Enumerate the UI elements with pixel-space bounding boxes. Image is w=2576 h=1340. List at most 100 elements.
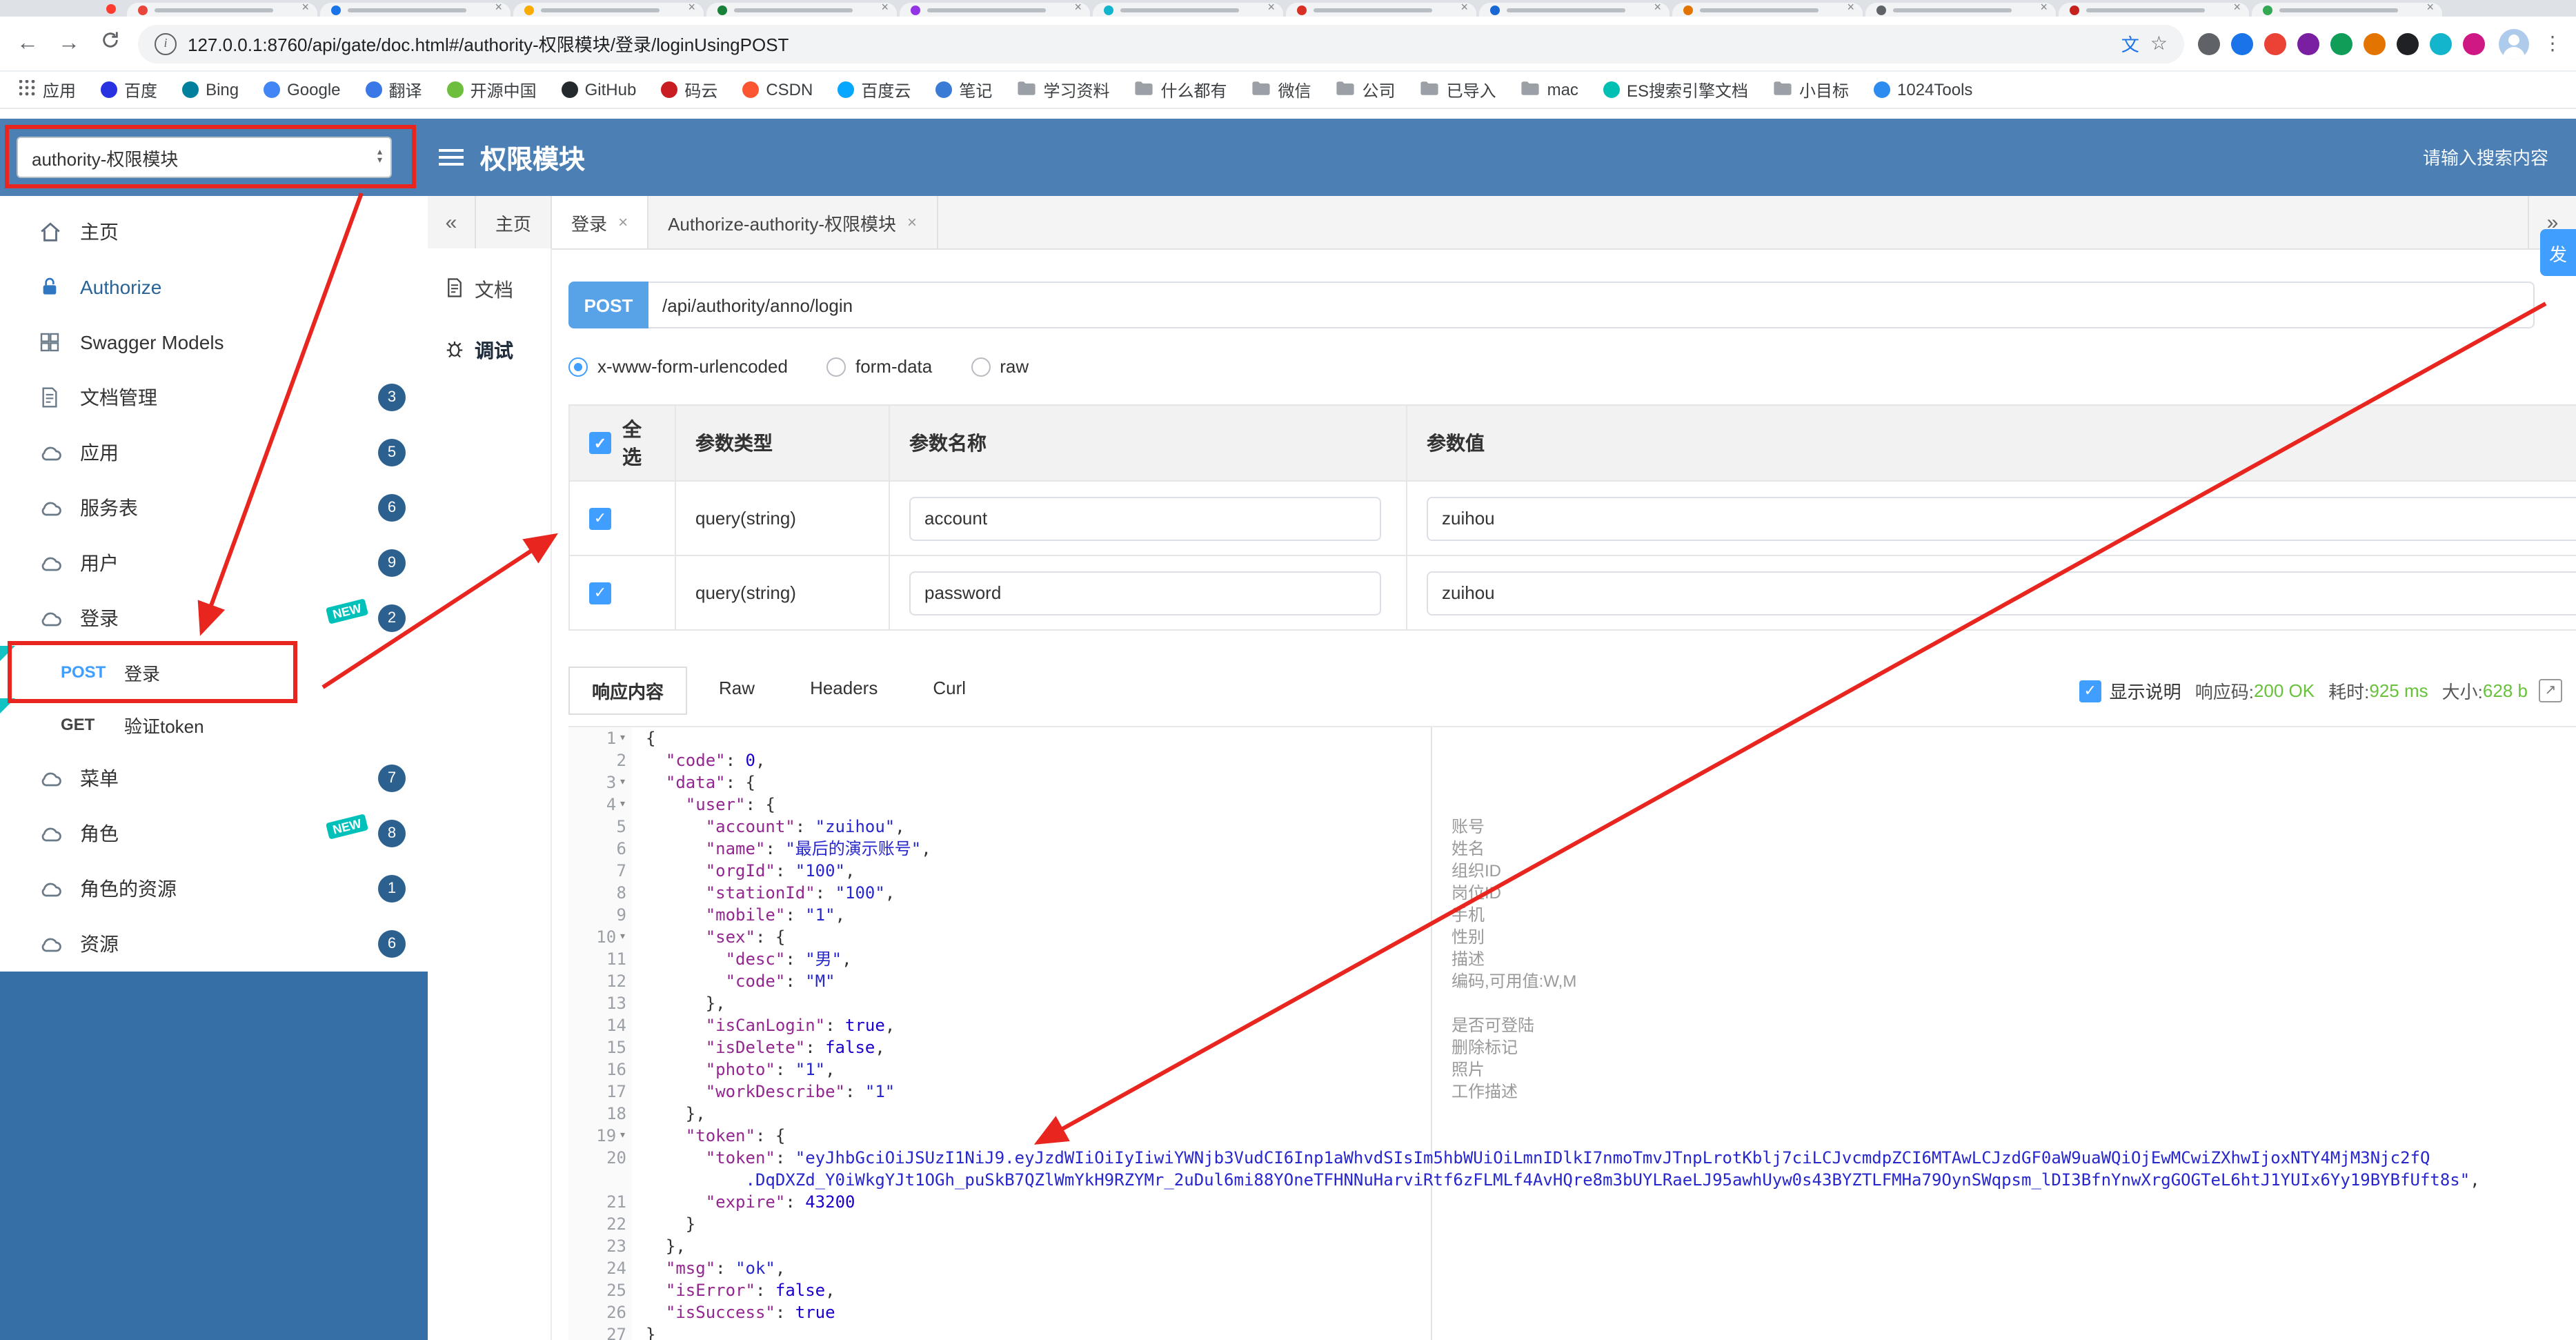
tab-close-icon[interactable]: × xyxy=(1460,0,1468,14)
workspace-tab[interactable]: Authorize-authority-权限模块 × xyxy=(648,196,938,248)
workspace-tab[interactable]: 登录 × xyxy=(552,196,649,248)
line-number[interactable]: 14 xyxy=(568,1014,632,1036)
side-tab-文档[interactable]: 文档 xyxy=(428,259,551,320)
line-number[interactable]: 18 xyxy=(568,1103,632,1125)
line-number[interactable]: 20 xyxy=(568,1147,632,1191)
tab-close-icon[interactable]: × xyxy=(688,0,695,14)
select-all-checkbox[interactable]: ✓ xyxy=(589,432,611,454)
line-number[interactable]: 3 ▾ xyxy=(568,771,632,794)
extension-icon[interactable] xyxy=(2463,32,2485,55)
sidebar-item-Swagger Models[interactable]: Swagger Models xyxy=(0,315,428,370)
tab-close-icon[interactable]: × xyxy=(495,0,502,14)
send-button[interactable]: 发 xyxy=(2540,229,2576,276)
fold-toggle-icon[interactable]: ▾ xyxy=(619,926,626,948)
fold-toggle-icon[interactable]: ▾ xyxy=(619,727,626,749)
param-value-input[interactable] xyxy=(1427,496,2576,540)
param-value-input[interactable] xyxy=(1427,571,2576,615)
show-desc-checkbox[interactable]: ✓ xyxy=(2079,680,2101,702)
fold-toggle-icon[interactable]: ▾ xyxy=(619,794,626,816)
line-number[interactable]: 25 xyxy=(568,1279,632,1301)
browser-menu-icon[interactable]: ⋮ xyxy=(2543,32,2562,55)
browser-tab[interactable]: × xyxy=(2059,0,2249,17)
workspace-tab[interactable]: 主页 xyxy=(476,196,553,248)
response-tab-Headers[interactable]: Headers xyxy=(786,667,901,715)
line-number[interactable]: 19 ▾ xyxy=(568,1125,632,1147)
translate-icon[interactable]: 文 xyxy=(2121,30,2139,57)
line-number[interactable]: 13 xyxy=(568,992,632,1014)
line-number[interactable]: 4 ▾ xyxy=(568,794,632,816)
line-number[interactable]: 22 xyxy=(568,1213,632,1235)
tab-close-icon[interactable]: × xyxy=(1267,0,1275,14)
line-number[interactable]: 23 xyxy=(568,1235,632,1257)
sidebar-item-用户[interactable]: 用户 9 xyxy=(0,535,428,591)
browser-tab[interactable]: × xyxy=(1479,0,1670,17)
sidebar-item-应用[interactable]: 应用 5 xyxy=(0,425,428,480)
sidebar-operation-登录[interactable]: POST 登录 xyxy=(0,646,428,698)
sidebar-item-菜单[interactable]: 菜单 7 xyxy=(0,751,428,806)
extension-icon[interactable] xyxy=(2397,32,2419,55)
bookmark-item[interactable]: Bing xyxy=(182,80,239,99)
line-number[interactable]: 2 xyxy=(568,749,632,771)
extension-icon[interactable] xyxy=(2264,32,2286,55)
tab-close-icon[interactable]: × xyxy=(1654,0,1661,14)
bookmark-item[interactable]: 公司 xyxy=(1336,78,1396,101)
content-type-option[interactable]: raw xyxy=(971,356,1029,377)
line-number[interactable]: 27 xyxy=(568,1323,632,1340)
extension-icon[interactable] xyxy=(2297,32,2319,55)
browser-tab[interactable]: × xyxy=(2252,0,2442,17)
line-number[interactable]: 6 xyxy=(568,838,632,860)
bookmark-item[interactable]: 码云 xyxy=(661,78,717,101)
tab-close-icon[interactable]: × xyxy=(618,213,628,232)
bookmark-item[interactable]: 百度 xyxy=(101,78,157,101)
param-name-input[interactable] xyxy=(909,571,1381,615)
bookmark-item[interactable]: 开源中国 xyxy=(446,78,537,101)
browser-tab-strip[interactable]: × × × × × × × × × × × × xyxy=(0,0,2576,17)
line-number[interactable]: 26 xyxy=(568,1301,632,1323)
line-number[interactable]: 1 ▾ xyxy=(568,727,632,749)
row-checkbox[interactable]: ✓ xyxy=(589,582,611,604)
sidebar-item-Authorize[interactable]: Authorize xyxy=(0,259,428,315)
expand-icon[interactable]: ↗ xyxy=(2539,679,2562,702)
tab-close-icon[interactable]: × xyxy=(2233,0,2241,14)
bookmark-item[interactable]: 1024Tools xyxy=(1874,80,1972,99)
tab-close-icon[interactable]: × xyxy=(907,213,917,232)
radio-icon[interactable] xyxy=(826,357,846,376)
bookmark-item[interactable]: 小目标 xyxy=(1773,78,1849,101)
browser-tab[interactable]: × xyxy=(1865,0,2056,17)
bookmark-item[interactable]: 翻译 xyxy=(365,78,422,101)
browser-tab[interactable]: × xyxy=(1286,0,1476,17)
tabs-scroll-left[interactable]: « xyxy=(428,196,476,248)
bookmark-item[interactable]: CSDN xyxy=(742,80,813,99)
radio-icon[interactable] xyxy=(568,357,588,376)
profile-avatar[interactable] xyxy=(2499,28,2529,59)
content-type-option[interactable]: x-www-form-urlencoded xyxy=(568,356,788,377)
forward-icon[interactable]: → xyxy=(55,31,83,56)
row-checkbox[interactable]: ✓ xyxy=(589,507,611,530)
browser-tab[interactable]: × xyxy=(900,0,1090,17)
page-info-icon[interactable]: i xyxy=(155,32,177,55)
side-tab-调试[interactable]: 调试 xyxy=(428,320,551,381)
request-path-input[interactable] xyxy=(648,282,2535,328)
sidebar-operation-验证token[interactable]: GET 验证token xyxy=(0,698,428,751)
response-tab-Raw[interactable]: Raw xyxy=(695,667,778,715)
line-number[interactable]: 21 xyxy=(568,1191,632,1213)
bookmark-item[interactable]: mac xyxy=(1521,79,1578,100)
sidebar-item-文档管理[interactable]: 文档管理 3 xyxy=(0,370,428,425)
bookmark-item[interactable]: GitHub xyxy=(561,80,636,99)
browser-tab[interactable]: × xyxy=(513,0,704,17)
tab-close-icon[interactable]: × xyxy=(2040,0,2048,14)
line-number[interactable]: 15 xyxy=(568,1036,632,1058)
bookmark-item[interactable]: 学习资料 xyxy=(1017,78,1109,101)
bookmark-item[interactable]: ES搜索引擎文档 xyxy=(1603,78,1748,101)
sidebar-item-服务表[interactable]: 服务表 6 xyxy=(0,480,428,535)
response-tab-响应内容[interactable]: 响应内容 xyxy=(568,667,688,715)
reload-icon[interactable] xyxy=(97,30,124,57)
browser-tab[interactable]: × xyxy=(1672,0,1863,17)
line-number[interactable]: 10 ▾ xyxy=(568,926,632,948)
url-text[interactable]: 127.0.0.1:8760/api/gate/doc.html#/author… xyxy=(188,30,2110,57)
module-select[interactable]: authority-权限模块 ▴ ▾ xyxy=(17,137,392,178)
content-type-option[interactable]: form-data xyxy=(826,356,932,377)
extension-icon[interactable] xyxy=(2198,32,2220,55)
sidebar-item-资源[interactable]: 资源 6 xyxy=(0,916,428,972)
fold-toggle-icon[interactable]: ▾ xyxy=(619,1125,626,1147)
